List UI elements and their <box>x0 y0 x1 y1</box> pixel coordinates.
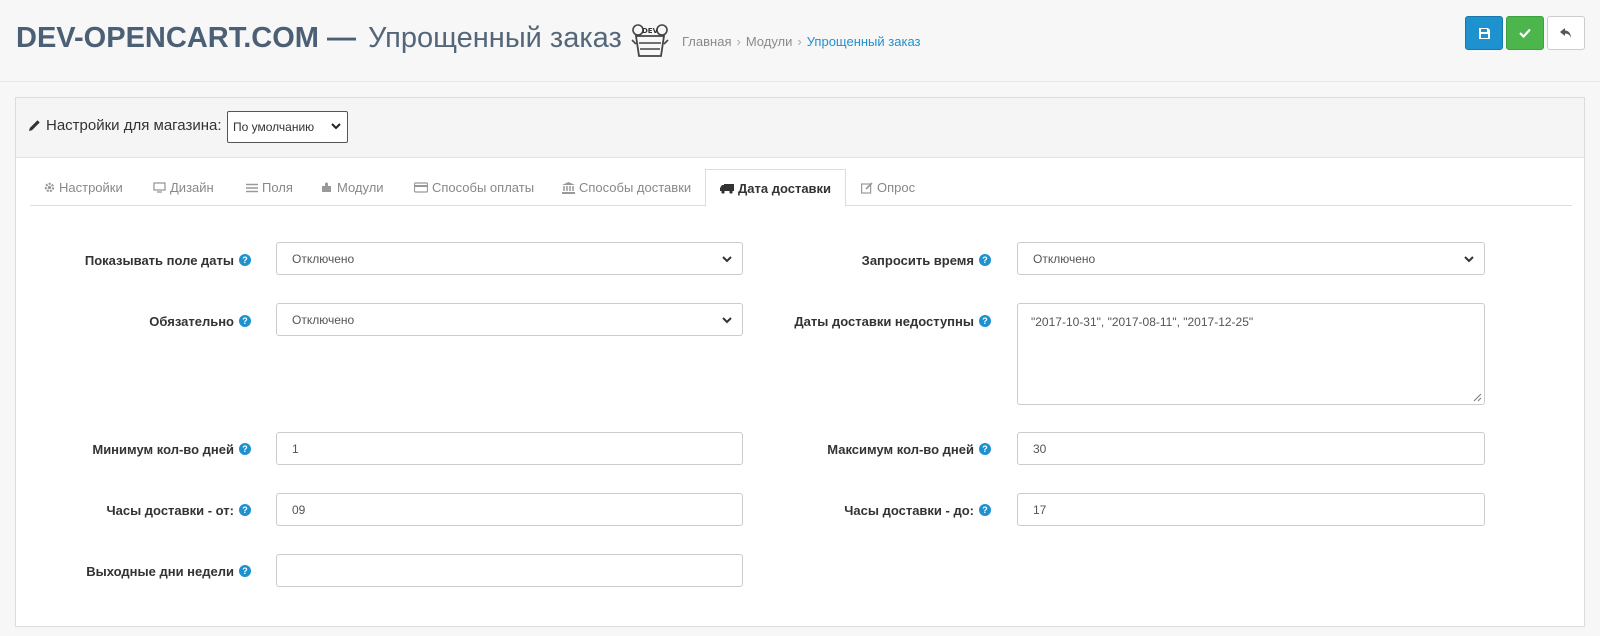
tab-payment[interactable]: Способы оплаты <box>414 169 534 206</box>
max-days-label: Максимум кол-во дней? <box>756 433 991 465</box>
breadcrumb: Главная › Модули › Упрощенный заказ <box>682 34 921 49</box>
weekends-label: Выходные дни недели? <box>36 555 251 587</box>
breadcrumb-modules[interactable]: Модули <box>746 34 793 49</box>
hours-from-label: Часы доставки - от:? <box>36 494 251 526</box>
resize-handle-icon[interactable] <box>1473 393 1482 402</box>
hours-to-label: Часы доставки - до:? <box>756 494 991 526</box>
weekends-input[interactable] <box>276 554 743 587</box>
page-header: DEV-OPENCART.COM — Упрощенный заказ DEV … <box>0 0 1600 82</box>
tab-shipping[interactable]: Способы доставки <box>562 169 691 206</box>
bank-icon <box>562 181 575 194</box>
list-icon <box>246 183 258 193</box>
min-days-label: Минимум кол-во дней? <box>36 433 251 465</box>
truck-icon <box>720 183 734 194</box>
save-button[interactable] <box>1465 16 1503 50</box>
request-time-select[interactable]: Отключено <box>1017 242 1485 275</box>
breadcrumb-current[interactable]: Упрощенный заказ <box>807 34 921 49</box>
save-icon <box>1478 27 1490 39</box>
credit-card-icon <box>414 182 428 193</box>
min-days-input[interactable]: 1 <box>276 432 743 465</box>
chevron-down-icon <box>1464 256 1474 263</box>
tab-design[interactable]: Дизайн <box>153 169 214 206</box>
store-select[interactable]: По умолчанию <box>227 111 348 143</box>
edit-icon <box>861 181 873 194</box>
page-title: DEV-OPENCART.COM — Упрощенный заказ <box>16 22 622 54</box>
svg-text:DEV: DEV <box>642 27 659 35</box>
help-icon[interactable]: ? <box>979 315 991 327</box>
hours-to-input[interactable]: 17 <box>1017 493 1485 526</box>
gear-icon <box>44 182 55 193</box>
tab-modules[interactable]: Модули <box>321 169 384 206</box>
help-icon[interactable]: ? <box>979 443 991 455</box>
chevron-down-icon <box>722 256 732 263</box>
max-days-input[interactable]: 30 <box>1017 432 1485 465</box>
help-icon[interactable]: ? <box>979 254 991 266</box>
chevron-down-icon <box>331 123 341 130</box>
dev-logo-icon: DEV <box>631 24 669 57</box>
help-icon[interactable]: ? <box>239 254 251 266</box>
required-select[interactable]: Отключено <box>276 303 743 336</box>
brand-name: DEV-OPENCART.COM <box>16 22 319 54</box>
puzzle-icon <box>321 182 333 193</box>
help-icon[interactable]: ? <box>239 504 251 516</box>
module-title: Упрощенный заказ <box>368 22 622 54</box>
panel-heading: Настройки для магазина: По умолчанию <box>16 98 1584 158</box>
tab-settings[interactable]: Настройки <box>44 169 123 206</box>
show-date-select[interactable]: Отключено <box>276 242 743 275</box>
request-time-label: Запросить время? <box>756 244 991 276</box>
help-icon[interactable]: ? <box>239 443 251 455</box>
show-date-label: Показывать поле даты? <box>36 244 251 276</box>
unavailable-dates-label: Даты доставки недоступны? <box>756 305 991 337</box>
breadcrumb-home[interactable]: Главная <box>682 34 731 49</box>
check-icon <box>1519 28 1531 38</box>
monitor-icon <box>153 182 166 193</box>
tab-fields[interactable]: Поля <box>246 169 293 206</box>
help-icon[interactable]: ? <box>239 315 251 327</box>
apply-button[interactable] <box>1506 16 1544 50</box>
help-icon[interactable]: ? <box>239 565 251 577</box>
hours-from-input[interactable]: 09 <box>276 493 743 526</box>
tab-survey[interactable]: Опрос <box>861 169 915 206</box>
help-icon[interactable]: ? <box>979 504 991 516</box>
settings-panel: Настройки для магазина: По умолчанию Нас… <box>15 97 1585 627</box>
back-button[interactable] <box>1547 16 1585 50</box>
store-label: Настройки для магазина: <box>28 117 222 134</box>
chevron-down-icon <box>722 317 732 324</box>
tab-delivery-date[interactable]: Дата доставки <box>705 169 847 207</box>
tabs: Настройки Дизайн Поля Модули Способы опл… <box>30 169 1572 207</box>
reply-icon <box>1560 27 1571 38</box>
unavailable-dates-textarea[interactable]: "2017-10-31", "2017-08-11", "2017-12-25" <box>1017 303 1485 405</box>
pencil-icon <box>29 120 40 131</box>
required-label: Обязательно? <box>36 305 251 337</box>
